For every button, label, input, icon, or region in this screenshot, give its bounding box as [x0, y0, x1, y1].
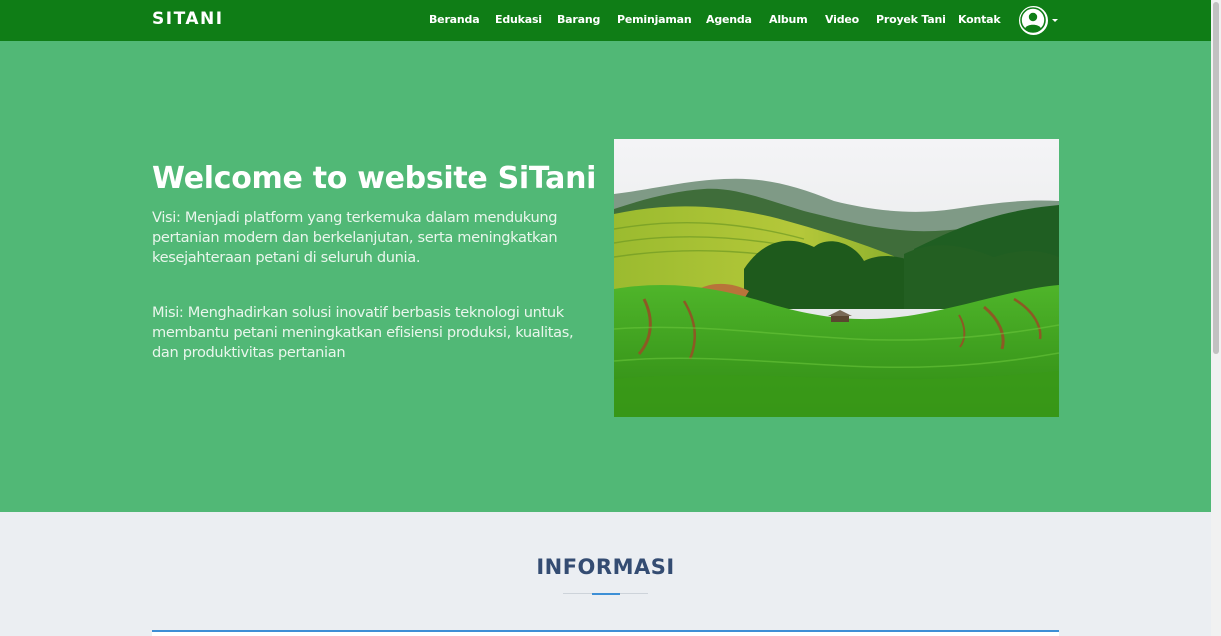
user-circle-icon: [1019, 5, 1048, 35]
hero-visi-text: Visi: Menjadi platform yang terkemuka da…: [152, 209, 558, 266]
scrollbar[interactable]: [1211, 0, 1221, 636]
nav-item-video[interactable]: Video: [825, 13, 859, 26]
nav-item-beranda[interactable]: Beranda: [429, 13, 480, 26]
nav-item-edukasi[interactable]: Edukasi: [495, 13, 542, 26]
info-card: [152, 630, 1059, 636]
hero-section: Welcome to website SiTani Visi: Menjadi …: [0, 41, 1211, 512]
nav-item-barang[interactable]: Barang: [557, 13, 600, 26]
rice-terrace-photo: [614, 139, 1059, 417]
nav-item-agenda[interactable]: Agenda: [706, 13, 752, 26]
user-menu-toggle[interactable]: [1019, 5, 1061, 35]
informasi-section: INFORMASI: [0, 512, 1211, 636]
caret-down-icon: [1052, 18, 1058, 22]
scrollbar-thumb[interactable]: [1213, 2, 1219, 354]
hero-title: Welcome to website SiTani: [152, 161, 597, 196]
hero-misi-text: Misi: Menghadirkan solusi inovatif berba…: [152, 304, 574, 361]
title-divider-accent: [592, 593, 620, 595]
nav-item-album[interactable]: Album: [769, 13, 808, 26]
nav-item-proyek-tani[interactable]: Proyek Tani: [876, 13, 946, 26]
informasi-title: INFORMASI: [536, 555, 675, 579]
navbar: SITANI Beranda Edukasi Barang Peminjaman…: [0, 0, 1211, 41]
nav-item-peminjaman[interactable]: Peminjaman: [617, 13, 692, 26]
page: SITANI Beranda Edukasi Barang Peminjaman…: [0, 0, 1221, 636]
nav-item-kontak[interactable]: Kontak: [958, 13, 1001, 26]
